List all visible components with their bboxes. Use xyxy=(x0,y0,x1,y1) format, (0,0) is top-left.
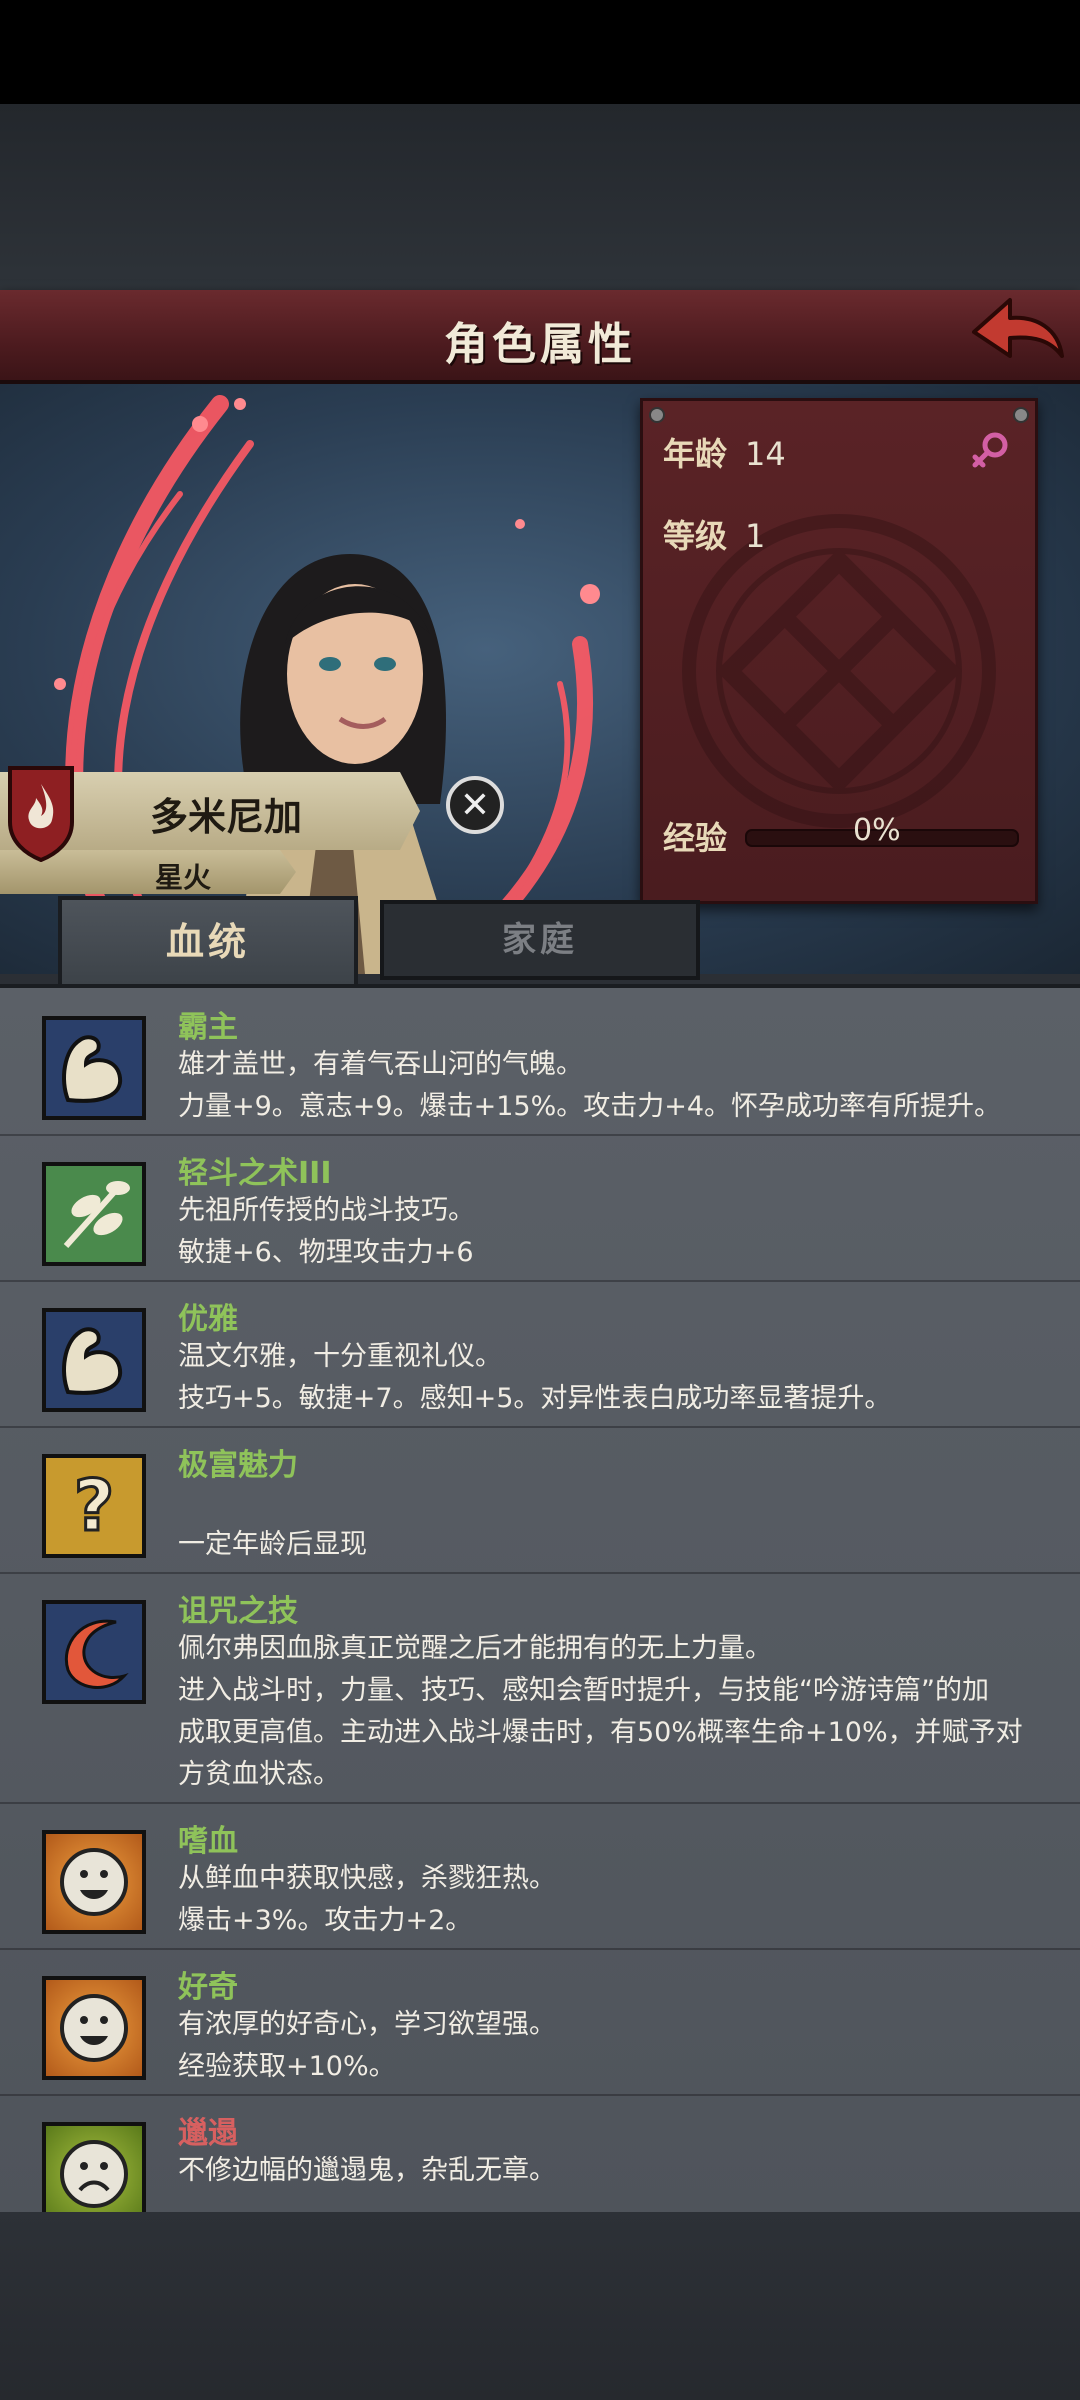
tab-bloodline[interactable]: 血统 xyxy=(58,896,358,988)
question-mark-icon: ? xyxy=(42,1454,146,1558)
trait-desc-line: 温文尔雅，十分重视礼仪。 xyxy=(178,1341,502,1372)
exp-label: 经验 xyxy=(663,819,728,857)
trait-desc-line: 雄才盖世，有着气吞山河的气魄。 xyxy=(178,1049,583,1080)
trait-desc-line: 经验获取+10%。 xyxy=(178,2051,396,2082)
trait-desc-line: 爆击+3%。攻击力+2。 xyxy=(178,1905,473,1936)
trait-description: 佩尔弗因血脉真正觉醒之后才能拥有的无上力量。 进入战斗时，力量、技巧、感知会暂时… xyxy=(178,1628,1048,1796)
trait-item[interactable]: 霸主 雄才盖世，有着气吞山河的气魄。 力量+9。意志+9。爆击+15%。攻击力+… xyxy=(0,988,1080,1136)
trait-desc-line: 方贫血状态。 xyxy=(178,1759,340,1790)
smiley-face-icon xyxy=(42,1830,146,1934)
svg-text:?: ? xyxy=(74,1465,115,1547)
top-backdrop xyxy=(0,104,1080,290)
trait-name: 极富魅力 xyxy=(178,1448,298,1483)
trait-name: 好奇 xyxy=(178,1970,238,2005)
trait-list[interactable]: 霸主 雄才盖世，有着气吞山河的气魄。 力量+9。意志+9。爆击+15%。攻击力+… xyxy=(0,984,1080,2216)
trait-description: 先祖所传授的战斗技巧。 敏捷+6、物理攻击力+6 xyxy=(178,1190,1048,1274)
level-label: 等级 xyxy=(663,517,728,555)
trait-name: 嗜血 xyxy=(178,1824,238,1859)
title-banner: 角色属性 xyxy=(0,290,1080,384)
tab-label: 家庭 xyxy=(502,920,578,960)
trait-desc-line: 佩尔弗因血脉真正觉醒之后才能拥有的无上力量。 xyxy=(178,1633,772,1664)
flexed-arm-icon xyxy=(42,1308,146,1412)
level-value: 1 xyxy=(745,517,766,555)
back-arrow-icon xyxy=(972,298,1064,358)
trait-desc-line: 力量+9。意志+9。爆击+15%。攻击力+4。怀孕成功率有所提升。 xyxy=(178,1091,1002,1122)
exp-row: 经验 0% xyxy=(663,813,1023,857)
character-hero: 年龄 14 等级 1 经验 0% 多米尼加 星火 ✕ xyxy=(0,384,1080,974)
level-row: 等级 1 xyxy=(663,511,765,557)
trait-item[interactable]: 轻斗之术III 先祖所传授的战斗技巧。 敏捷+6、物理攻击力+6 xyxy=(0,1134,1080,1282)
trait-name: 轻斗之术III xyxy=(178,1156,332,1191)
trait-item[interactable]: 诅咒之技 佩尔弗因血脉真正觉醒之后才能拥有的无上力量。 进入战斗时，力量、技巧、… xyxy=(0,1572,1080,1804)
trait-description: 不修边幅的邋遢鬼，杂乱无章。 xyxy=(178,2150,1048,2192)
trait-name: 霸主 xyxy=(178,1010,238,1045)
celtic-knot-emblem xyxy=(682,514,996,828)
bottom-backdrop xyxy=(0,2212,1080,2400)
trait-desc-line: 先祖所传授的战斗技巧。 xyxy=(178,1195,475,1226)
trait-desc-line: 成取更高值。主动进入战斗爆击时，有50%概率生命+10%，并赋予对 xyxy=(178,1717,1023,1748)
trait-desc-line: 技巧+5。敏捷+7。感知+5。对异性表白成功率显著提升。 xyxy=(178,1383,892,1414)
trait-description: 有浓厚的好奇心，学习欲望强。 经验获取+10%。 xyxy=(178,2004,1048,2088)
tab-label: 血统 xyxy=(165,920,250,964)
trait-desc-line: 从鲜血中获取快感，杀戮狂热。 xyxy=(178,1863,556,1894)
trait-item[interactable]: 邋遢 不修边幅的邋遢鬼，杂乱无章。 xyxy=(0,2094,1080,2216)
trait-name: 邋遢 xyxy=(178,2116,238,2151)
trait-description: 温文尔雅，十分重视礼仪。 技巧+5。敏捷+7。感知+5。对异性表白成功率显著提升… xyxy=(178,1336,1048,1420)
trait-item[interactable]: 好奇 有浓厚的好奇心，学习欲望强。 经验获取+10%。 xyxy=(0,1948,1080,2096)
age-label: 年龄 xyxy=(663,435,728,473)
trait-desc-line: 有浓厚的好奇心，学习欲望强。 xyxy=(178,2009,556,2040)
trait-description: 一定年龄后显现 xyxy=(178,1482,1048,1566)
trait-desc-line: 不修边幅的邋遢鬼，杂乱无章。 xyxy=(178,2155,556,2186)
tab-family[interactable]: 家庭 xyxy=(380,900,700,980)
trait-name: 优雅 xyxy=(178,1302,238,1337)
leaf-branch-icon xyxy=(42,1162,146,1266)
crescent-flame-icon xyxy=(42,1600,146,1704)
trait-description: 从鲜血中获取快感，杀戮狂热。 爆击+3%。攻击力+2。 xyxy=(178,1858,1048,1942)
age-row: 年龄 14 xyxy=(663,429,786,475)
flexed-arm-icon xyxy=(42,1016,146,1120)
tab-bar: 血统 家庭 xyxy=(0,896,1080,988)
smiley-face-icon xyxy=(42,1976,146,2080)
trait-description: 雄才盖世，有着气吞山河的气魄。 力量+9。意志+9。爆击+15%。攻击力+4。怀… xyxy=(178,1044,1048,1128)
sad-face-icon xyxy=(42,2122,146,2216)
trait-name: 诅咒之技 xyxy=(178,1594,298,1629)
rivet-decoration xyxy=(1013,407,1029,423)
trait-desc-line xyxy=(178,1482,1048,1524)
age-value: 14 xyxy=(745,435,786,473)
stats-panel: 年龄 14 等级 1 经验 0% xyxy=(640,398,1038,904)
female-gender-icon xyxy=(972,432,1008,468)
trait-item[interactable]: 优雅 温文尔雅，十分重视礼仪。 技巧+5。敏捷+7。感知+5。对异性表白成功率显… xyxy=(0,1280,1080,1428)
remove-button[interactable]: ✕ xyxy=(446,776,504,834)
trait-desc-line: 一定年龄后显现 xyxy=(178,1529,367,1560)
character-name: 多米尼加 xyxy=(150,795,303,839)
trait-desc-line: 敏捷+6、物理攻击力+6 xyxy=(178,1237,474,1268)
exp-value: 0% xyxy=(853,813,901,848)
close-icon: ✕ xyxy=(459,785,491,826)
back-button[interactable] xyxy=(966,294,1066,374)
character-title: 星火 xyxy=(155,861,212,894)
fire-shield-icon xyxy=(8,766,74,862)
page-title: 角色属性 xyxy=(444,319,636,370)
status-bar xyxy=(0,0,1080,104)
trait-item[interactable]: 嗜血 从鲜血中获取快感，杀戮狂热。 爆击+3%。攻击力+2。 xyxy=(0,1802,1080,1950)
trait-item[interactable]: ? 极富魅力 一定年龄后显现 xyxy=(0,1426,1080,1574)
trait-desc-line: 进入战斗时，力量、技巧、感知会暂时提升，与技能“吟游诗篇”的加 xyxy=(178,1675,989,1706)
rivet-decoration xyxy=(649,407,665,423)
